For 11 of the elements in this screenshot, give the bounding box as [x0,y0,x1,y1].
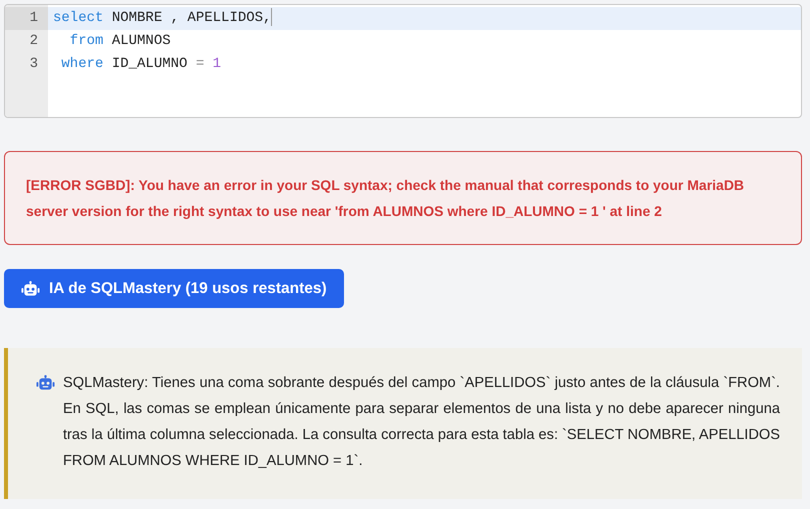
line-number: 2 [28,32,39,51]
line-number: 3 [28,55,39,74]
code-editor[interactable]: 1 2 3 select NOMBRE , APELLIDOS, from ALUMNOS where ID_ALUMNO = 1 [4,4,802,118]
code-line: where ID_ALUMNO = 1 [60,55,222,74]
line-number: 1 [5,7,48,30]
robot-icon [36,375,55,391]
code-line: from ALUMNOS [68,32,172,51]
robot-icon [21,280,40,296]
error-message: [ERROR SGBD]: You have an error in your SQL syntax; check the manual that corresponds to your MariaDB server version for the right syntax to use near 'from ALUMNOS where ID_ALUMNO = 1 ' at line 2 [4,151,802,245]
ai-assistant-button[interactable]: IA de SQLMastery (19 usos restantes) [4,269,344,308]
hint-text: SQLMastery: Tienes una coma sobrante después del campo `APELLIDOS` justo antes de la cláusula `FROM`. En SQL, las comas se emplean únicamente para separar elementos de una lista y no debe aparecer ninguna tras la última columna seleccionada. La consulta correcta para esta tabla es: `SELECT NOMBRE, APELLIDOS FROM ALUMNOS WHERE ID_ALUMNO = 1`. [63,374,780,471]
